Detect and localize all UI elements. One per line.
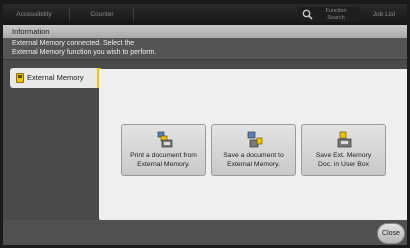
button-label: Print a document from External Memory. bbox=[122, 152, 205, 169]
job-list-button[interactable]: Job List bbox=[363, 7, 405, 22]
counter-button[interactable]: Counter bbox=[81, 7, 123, 22]
function-panel: Print a document from External Memory. S… bbox=[99, 69, 407, 220]
label-line-2: External Memory. bbox=[227, 160, 280, 168]
save-to-user-box-button[interactable]: Save Ext. Memory Doc. in User Box bbox=[301, 124, 386, 176]
label-line-2: Doc. in User Box bbox=[318, 160, 369, 168]
function-search-label: Function Search bbox=[316, 8, 356, 21]
label-line-2: External Memory. bbox=[137, 160, 190, 168]
top-bar: Accessibility Counter Function Search Jo… bbox=[3, 4, 407, 25]
save-to-user-box-icon bbox=[337, 131, 352, 148]
information-header: Information bbox=[3, 25, 407, 38]
message-line-2: External Memory function you wish to per… bbox=[12, 48, 157, 56]
function-search-label-line2: Search bbox=[327, 14, 345, 21]
divider bbox=[69, 8, 70, 21]
tab-label: External Memory bbox=[27, 73, 84, 82]
label-line-1: Save Ext. Memory bbox=[315, 152, 372, 159]
tab-external-memory[interactable]: External Memory bbox=[10, 68, 101, 88]
bottom-bar bbox=[3, 220, 407, 245]
function-search-button[interactable]: Function Search bbox=[298, 7, 360, 22]
label-line-1: Print a document from bbox=[130, 152, 197, 159]
save-to-external-memory-button[interactable]: Save a document to External Memory. bbox=[211, 124, 296, 176]
button-label: Save Ext. Memory Doc. in User Box bbox=[302, 152, 385, 169]
message-line-1: External Memory connected. Select the bbox=[12, 40, 135, 47]
label-line-1: Save a document to bbox=[223, 152, 284, 159]
memory-card-icon bbox=[16, 73, 24, 83]
magnifier-icon bbox=[302, 9, 313, 20]
screen: Accessibility Counter Function Search Jo… bbox=[3, 4, 407, 245]
print-from-memory-icon bbox=[157, 131, 173, 148]
close-button[interactable]: Close bbox=[377, 223, 405, 244]
print-from-external-memory-button[interactable]: Print a document from External Memory. bbox=[121, 124, 206, 176]
button-label: Save a document to External Memory. bbox=[212, 152, 295, 169]
save-to-memory-icon bbox=[247, 131, 263, 148]
accessibility-button[interactable]: Accessibility bbox=[8, 7, 60, 22]
information-message: External Memory connected. Select the Ex… bbox=[3, 38, 407, 60]
divider bbox=[133, 8, 134, 21]
